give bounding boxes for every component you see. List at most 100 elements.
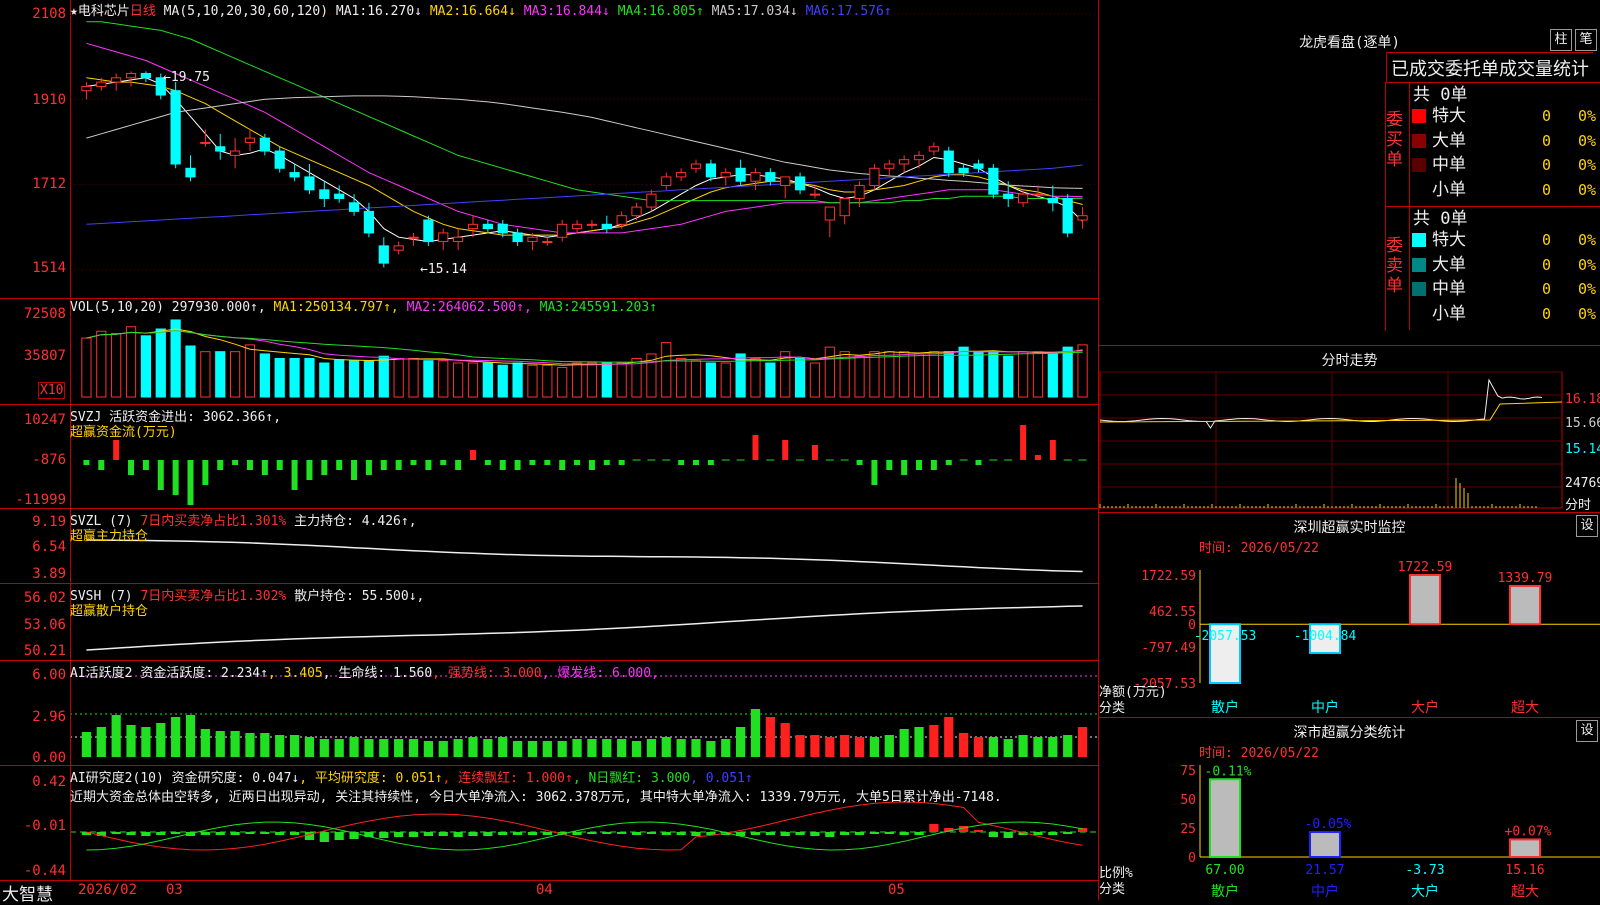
stats-time: 时间: 2026/05/22 xyxy=(1199,746,1319,761)
activity-bar xyxy=(141,727,151,757)
research-bar xyxy=(527,832,538,835)
flow-bar xyxy=(410,460,417,465)
flow-bar xyxy=(291,460,298,490)
order-type: 小单 xyxy=(1432,179,1466,200)
panel-border xyxy=(0,298,1098,299)
order-count: 0 xyxy=(1542,255,1552,274)
stock-name[interactable]: ★电科芯片 xyxy=(70,4,130,19)
buy-vertical-label: 委买单 xyxy=(1386,110,1403,170)
research-bar xyxy=(453,832,463,837)
order-type: 中单 xyxy=(1432,279,1466,299)
activity-bar xyxy=(988,737,998,757)
ai1-desc3: , 生命线: 1.560 xyxy=(322,666,433,681)
ai1-desc5: , 爆发线: 6.000, xyxy=(541,666,659,681)
candle-body xyxy=(542,241,553,244)
volume-bar xyxy=(661,342,672,398)
volume-bar xyxy=(408,357,419,398)
volume-bar xyxy=(854,355,865,398)
color-swatch xyxy=(1412,158,1426,172)
flow-bar xyxy=(1020,425,1027,460)
ai2-desc2: , 平均研究度: 0.051↑ xyxy=(299,771,443,786)
research-bar xyxy=(780,832,790,836)
xaxis-border xyxy=(0,880,1098,881)
volume-bar xyxy=(482,362,493,398)
flow-bar xyxy=(440,460,447,465)
ai2-label: AI研究度2(10) xyxy=(70,771,164,786)
activity-bar xyxy=(498,737,508,757)
flow-bar xyxy=(351,460,358,480)
flow-bar xyxy=(856,460,863,465)
order-type: 特大 xyxy=(1432,106,1466,126)
order-type: 特大 xyxy=(1432,230,1466,250)
candle-body xyxy=(557,223,568,238)
monitor-settings-button[interactable]: 设 xyxy=(1576,515,1598,537)
volume-bar xyxy=(274,357,285,398)
period-label[interactable]: 日线 xyxy=(130,4,156,19)
volume-bar xyxy=(512,362,523,398)
candle-body xyxy=(497,223,508,234)
volume-bar xyxy=(973,351,984,398)
volume-bar xyxy=(571,362,583,398)
volume-bar xyxy=(676,357,687,398)
candle-body xyxy=(438,232,449,243)
volume-bar xyxy=(497,364,508,398)
research-bar xyxy=(379,832,389,838)
stats-settings-button[interactable]: 设 xyxy=(1576,720,1598,742)
activity-bar xyxy=(171,717,181,757)
ma2-name: MA2 xyxy=(429,4,454,19)
activity-bar xyxy=(944,717,954,757)
color-swatch xyxy=(1412,257,1426,272)
activity-bar xyxy=(884,735,894,757)
candle-body xyxy=(423,219,434,243)
activity-bar xyxy=(379,739,389,757)
candle-body xyxy=(408,236,419,239)
activity-bar xyxy=(914,727,924,757)
brand-label: 大智慧 xyxy=(2,885,53,905)
intraday-panel[interactable]: 分时走势 16.18 15.66 15.14 24769 分时 xyxy=(1099,346,1600,513)
candle-body xyxy=(824,206,835,221)
order-pct: 0% xyxy=(1578,107,1597,125)
research-bar xyxy=(661,832,671,835)
flow-bar xyxy=(380,460,387,470)
volume-bar xyxy=(125,326,137,398)
candle-body xyxy=(646,193,657,208)
research-bar xyxy=(840,832,850,835)
main-chart-title: ★电科芯片日线 MA(5,10,20,30,60,120) MA1:16.270… xyxy=(70,4,892,19)
tick-mode-button[interactable]: 笔 xyxy=(1575,29,1597,51)
panel-border xyxy=(0,508,1098,509)
volume-bar xyxy=(542,364,553,398)
flow-bar xyxy=(98,460,105,470)
candle-body xyxy=(676,172,687,178)
research-bar xyxy=(810,832,820,836)
order-count: 0 xyxy=(1542,304,1552,323)
panel-border xyxy=(0,583,1098,584)
buy-total: 共 0单 xyxy=(1413,85,1468,105)
bar-mode-button[interactable]: 柱 xyxy=(1550,29,1572,51)
volume-bar xyxy=(1017,351,1029,398)
price-tick: 1514 xyxy=(32,260,66,276)
flow-bar xyxy=(871,460,878,485)
ma3-name: MA3 xyxy=(523,4,548,19)
research-bar xyxy=(156,832,166,835)
activity-bar xyxy=(1077,727,1088,757)
low-note: ←15.14 xyxy=(420,262,467,277)
candle-body xyxy=(958,167,969,174)
activity-bar xyxy=(750,709,761,757)
flow-bar xyxy=(945,460,952,465)
ai1-desc1: 资金活跃度: 2.234↑ xyxy=(140,666,268,681)
vol-ma2-name: MA2 xyxy=(406,300,431,315)
ai2-desc4: , N日飘红: 3.000 xyxy=(572,771,691,786)
candle-body xyxy=(244,137,256,143)
activity-bar xyxy=(736,727,746,757)
ai1-title: AI活跃度2 资金活跃度: 2.234↑, 3.405, 生命线: 1.560,… xyxy=(70,662,659,681)
volume-bar xyxy=(720,362,731,398)
flow-bar xyxy=(678,460,685,465)
yaxis-divider xyxy=(70,0,71,880)
activity-bar xyxy=(1003,739,1013,757)
activity-bar xyxy=(156,723,166,757)
ma5-name: MA5 xyxy=(711,4,736,19)
volume-bar xyxy=(527,364,538,398)
volume-bar xyxy=(809,362,821,398)
ma-label: MA(5,10,20,30,60,120) xyxy=(163,4,329,19)
ai2-desc5: , 0.051↑ xyxy=(690,771,753,786)
